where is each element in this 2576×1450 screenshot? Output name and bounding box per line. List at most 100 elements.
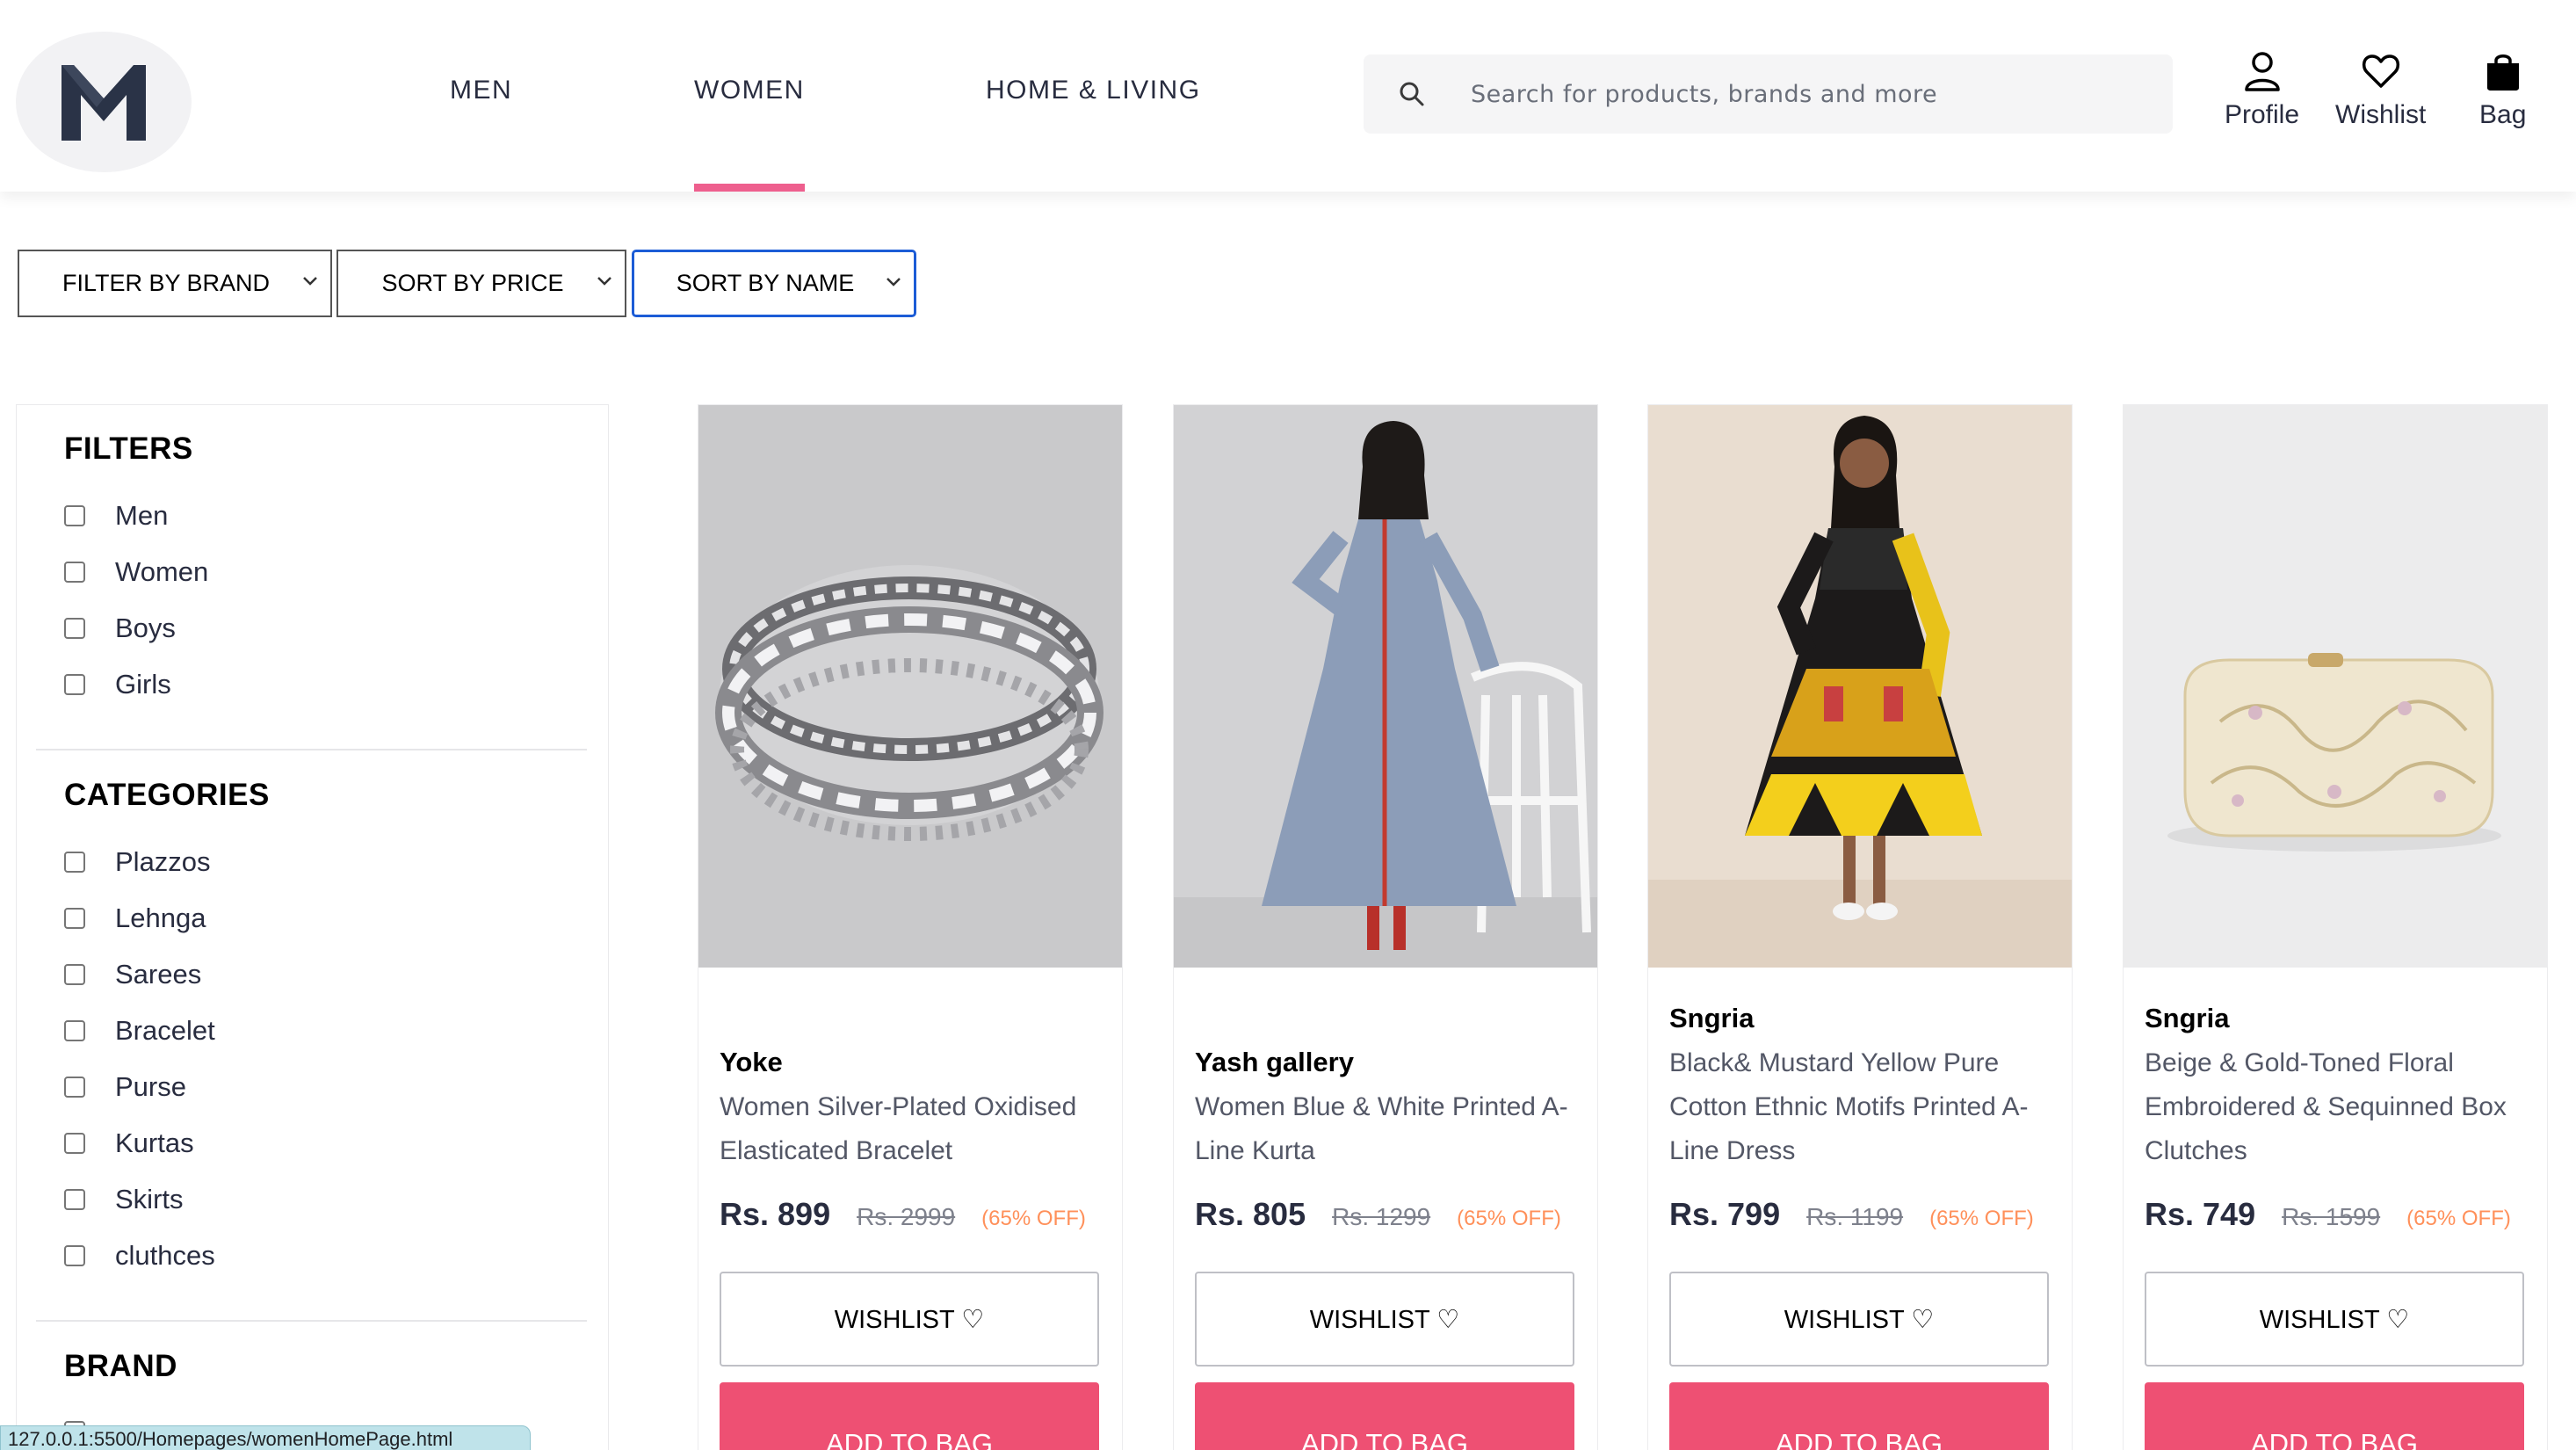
wishlist-header-button[interactable]: Wishlist	[2335, 51, 2426, 130]
category-label: Sarees	[115, 959, 202, 990]
nav-home-living-label: HOME & LIVING	[986, 76, 1201, 105]
product-price: Rs. 799	[1669, 1196, 1781, 1232]
category-label: cluthces	[115, 1240, 215, 1271]
user-icon	[2244, 52, 2280, 91]
discount-badge: (65% OFF)	[981, 1207, 1086, 1230]
checkbox[interactable]	[64, 1077, 85, 1098]
filter-option-boys[interactable]: Boys	[64, 613, 176, 644]
product-mrp: Rs. 1199	[1806, 1203, 1904, 1230]
m-logo-icon	[62, 65, 146, 141]
chevron-down-icon	[886, 278, 901, 286]
nav-men-label: MEN	[450, 76, 513, 105]
nav-home-living[interactable]: HOME & LIVING	[986, 76, 1201, 192]
category-bracelet[interactable]: Bracelet	[64, 1015, 215, 1047]
product-card[interactable]: Sngria Black& Mustard Yellow Pure Cotton…	[1647, 404, 2073, 1450]
wishlist-button[interactable]: WISHLIST ♡	[720, 1272, 1099, 1367]
add-to-bag-button[interactable]: ADD TO BAG	[2145, 1382, 2524, 1450]
product-card[interactable]: Yash gallery Women Blue & White Printed …	[1173, 404, 1598, 1450]
category-label: Lehnga	[115, 903, 206, 933]
heart-icon	[2362, 54, 2399, 88]
category-lehnga[interactable]: Lehnga	[64, 903, 206, 934]
filter-option-girls[interactable]: Girls	[64, 669, 171, 700]
search-icon[interactable]	[1364, 81, 1460, 107]
logo[interactable]	[16, 32, 192, 172]
product-brand: Sngria	[2145, 1003, 2230, 1033]
price-row: Rs. 899 Rs. 2999 (65% OFF)	[720, 1196, 1086, 1233]
chevron-down-icon	[303, 277, 317, 286]
product-brand: Yash gallery	[1195, 1047, 1354, 1077]
filter-option-men[interactable]: Men	[64, 500, 168, 532]
category-plazzos[interactable]: Plazzos	[64, 846, 211, 878]
category-kurtas[interactable]: Kurtas	[64, 1127, 194, 1159]
add-to-bag-button[interactable]: ADD TO BAG	[720, 1382, 1099, 1450]
wishlist-button[interactable]: WISHLIST ♡	[1195, 1272, 1574, 1367]
checkbox[interactable]	[64, 505, 85, 526]
category-skirts[interactable]: Skirts	[64, 1184, 184, 1215]
nav-men[interactable]: MEN	[450, 76, 512, 192]
product-image[interactable]	[698, 405, 1122, 968]
filter-option-women[interactable]: Women	[64, 556, 208, 588]
categories-title: CATEGORIES	[64, 778, 270, 812]
product-image[interactable]	[1648, 405, 2072, 968]
product-card[interactable]: Sngria Beige & Gold-Toned Floral Embroid…	[2123, 404, 2548, 1450]
checkbox[interactable]	[64, 908, 85, 929]
product-price: Rs. 749	[2145, 1196, 2256, 1232]
add-to-bag-button[interactable]: ADD TO BAG	[1669, 1382, 2049, 1450]
profile-button[interactable]: Profile	[2225, 51, 2299, 130]
price-row: Rs. 749 Rs. 1599 (65% OFF)	[2145, 1196, 2511, 1233]
product-price: Rs. 805	[1195, 1196, 1306, 1232]
filter-by-brand-select[interactable]: FILTER BY BRAND	[18, 250, 332, 317]
category-label: Kurtas	[115, 1127, 194, 1158]
checkbox[interactable]	[64, 562, 85, 583]
wishlist-label: Wishlist	[2335, 100, 2427, 129]
checkbox[interactable]	[64, 674, 85, 695]
category-label: Bracelet	[115, 1015, 215, 1046]
wishlist-button[interactable]: WISHLIST ♡	[2145, 1272, 2524, 1367]
sort-by-name-label: SORT BY NAME	[676, 270, 855, 296]
filter-option-label: Boys	[115, 613, 176, 643]
bag-button[interactable]: Bag	[2479, 51, 2526, 130]
checkbox[interactable]	[64, 1189, 85, 1210]
bag-icon	[2486, 54, 2519, 91]
category-sarees[interactable]: Sarees	[64, 959, 201, 990]
product-mrp: Rs. 2999	[857, 1203, 956, 1230]
bag-label: Bag	[2479, 100, 2527, 129]
divider	[36, 1320, 587, 1322]
category-cluthces[interactable]: cluthces	[64, 1240, 215, 1272]
search-input[interactable]	[1471, 80, 2138, 108]
product-price: Rs. 899	[720, 1196, 831, 1232]
product-image[interactable]	[1174, 405, 1597, 968]
price-row: Rs. 799 Rs. 1199 (65% OFF)	[1669, 1196, 2034, 1233]
product-image[interactable]	[2124, 405, 2547, 968]
filter-option-label: Men	[115, 500, 169, 531]
checkbox[interactable]	[64, 852, 85, 873]
wishlist-button[interactable]: WISHLIST ♡	[1669, 1272, 2049, 1367]
checkbox[interactable]	[64, 1133, 85, 1154]
add-to-bag-button[interactable]: ADD TO BAG	[1195, 1382, 1574, 1450]
product-card[interactable]: Yoke Women Silver-Plated Oxidised Elasti…	[698, 404, 1123, 1450]
price-row: Rs. 805 Rs. 1299 (65% OFF)	[1195, 1196, 1561, 1233]
checkbox[interactable]	[64, 618, 85, 639]
category-label: Plazzos	[115, 846, 211, 877]
product-brand: Sngria	[1669, 1003, 1755, 1033]
product-brand: Yoke	[720, 1047, 783, 1077]
nav-women[interactable]: WOMEN	[694, 76, 805, 192]
product-mrp: Rs. 1599	[2282, 1203, 2381, 1230]
filter-option-label: Girls	[115, 669, 171, 700]
search-bar	[1364, 54, 2173, 134]
product-description: Black& Mustard Yellow Pure Cotton Ethnic…	[1669, 1048, 2029, 1165]
discount-badge: (65% OFF)	[2406, 1207, 2511, 1230]
sort-by-price-select[interactable]: SORT BY PRICE	[336, 250, 626, 317]
category-label: Purse	[115, 1071, 186, 1102]
sort-by-name-select[interactable]: SORT BY NAME	[632, 250, 916, 317]
product-mrp: Rs. 1299	[1332, 1203, 1431, 1230]
filter-by-brand-label: FILTER BY BRAND	[62, 270, 271, 296]
chevron-down-icon	[597, 277, 611, 286]
sort-by-price-label: SORT BY PRICE	[381, 270, 564, 296]
category-purse[interactable]: Purse	[64, 1071, 186, 1103]
discount-badge: (65% OFF)	[1929, 1207, 2034, 1230]
checkbox[interactable]	[64, 964, 85, 985]
profile-label: Profile	[2225, 100, 2300, 129]
checkbox[interactable]	[64, 1020, 85, 1041]
checkbox[interactable]	[64, 1245, 85, 1266]
